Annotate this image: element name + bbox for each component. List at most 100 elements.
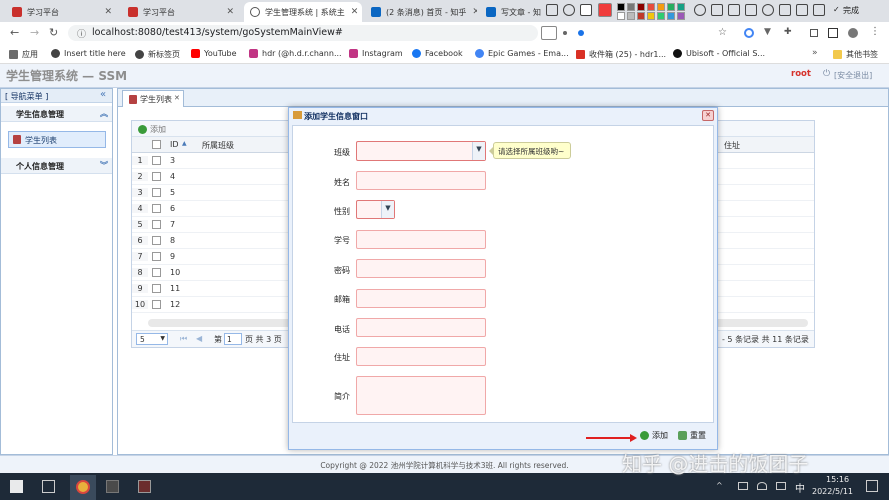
taskbar-app-active[interactable] (70, 475, 96, 500)
row-checkbox[interactable] (152, 300, 161, 309)
phone-input[interactable] (356, 318, 486, 337)
back-icon[interactable]: ← (10, 26, 19, 39)
row-checkbox[interactable] (152, 220, 161, 229)
bookmark-item[interactable]: 应用 (9, 49, 38, 60)
filter-icon[interactable]: ▼ (764, 27, 771, 37)
redo-icon[interactable] (728, 4, 740, 16)
bookmark-item[interactable]: 收件箱 (25) - hdr1... (576, 49, 666, 60)
browser-tab[interactable]: 学习平台 ✕ (122, 2, 240, 22)
gender-select[interactable]: ▼ (356, 200, 395, 219)
layout-icon[interactable] (810, 29, 818, 37)
page-size-select[interactable]: 5 ▼ (136, 333, 168, 345)
collapse-icon[interactable]: « (100, 89, 106, 100)
copy-icon[interactable] (796, 4, 808, 16)
swatch-yellow[interactable] (647, 12, 655, 20)
dialog-reset-button[interactable]: 重置 (678, 430, 706, 441)
reload-icon[interactable]: ↻ (49, 26, 58, 39)
info-icon[interactable]: ⓘ (77, 27, 86, 40)
chevron-up-icon[interactable]: ︽ (100, 108, 108, 119)
bookmark-item[interactable]: Instagram (349, 49, 403, 58)
row-checkbox[interactable] (152, 188, 161, 197)
puzzle-icon[interactable]: ✚ (784, 27, 792, 37)
student-no-input[interactable] (356, 230, 486, 249)
row-checkbox[interactable] (152, 156, 161, 165)
notification-icon[interactable] (866, 480, 878, 492)
menu-icon[interactable]: ⋮ (870, 26, 880, 37)
other-bookmarks[interactable]: 其他书签 (833, 49, 878, 60)
dialog-add-button[interactable]: 添加 (640, 430, 668, 441)
close-tool-icon[interactable] (813, 4, 825, 16)
row-checkbox[interactable] (152, 204, 161, 213)
first-page-icon[interactable]: ⏮ (180, 334, 187, 344)
browser-tab[interactable]: (2 条消息) 首页 - 知乎 ✕ (365, 2, 477, 22)
swatch-gray[interactable] (627, 3, 635, 11)
browser-tab[interactable]: 写文章 - 知 (480, 2, 542, 22)
battery-icon[interactable] (738, 482, 748, 490)
bookmark-item[interactable]: hdr (@h.d.r.chann... (249, 49, 342, 58)
swatch-blue[interactable] (667, 12, 675, 20)
arrow-tool-icon[interactable] (580, 4, 592, 16)
intro-textarea[interactable] (356, 376, 486, 415)
finish-button[interactable]: 完成 (843, 5, 859, 16)
prev-page-icon[interactable]: ◀ (196, 334, 202, 343)
star-icon[interactable]: ☆ (718, 27, 727, 38)
close-icon[interactable]: ✕ (98, 7, 112, 17)
swatch-crimson[interactable] (637, 12, 645, 20)
swatch-black[interactable] (617, 3, 625, 11)
wifi-icon[interactable] (757, 482, 767, 490)
password-input[interactable] (356, 259, 486, 278)
avatar[interactable] (848, 28, 858, 38)
dot-icon[interactable] (578, 30, 584, 36)
reading-icon[interactable] (828, 28, 838, 38)
swatch-lime[interactable] (657, 12, 665, 20)
task-view-icon[interactable] (42, 480, 55, 493)
url-text[interactable]: localhost:8080/test413/system/goSystemMa… (92, 27, 343, 38)
nav-section-personal[interactable]: 个人信息管理 ︾ (1, 158, 112, 174)
windows-start-icon[interactable] (10, 480, 23, 493)
grid-add-button[interactable]: 添加 (138, 124, 166, 135)
swatch-orange[interactable] (657, 3, 665, 11)
rectangle-tool-icon[interactable] (546, 4, 558, 16)
ellipse-tool-icon[interactable] (563, 4, 575, 16)
swatch-purple[interactable] (677, 12, 685, 20)
close-icon[interactable]: ✕ (466, 7, 477, 17)
column-header-class[interactable]: 所属班级 (202, 140, 234, 151)
row-checkbox[interactable] (152, 252, 161, 261)
bookmark-item[interactable]: 新标签页 (135, 49, 180, 60)
record-icon[interactable] (762, 4, 774, 16)
select-all-checkbox[interactable] (152, 140, 161, 149)
more-bookmarks-icon[interactable]: » (812, 48, 818, 58)
extension-icon[interactable] (541, 26, 557, 40)
forward-icon[interactable]: → (30, 26, 39, 39)
row-checkbox[interactable] (152, 172, 161, 181)
bookmark-item[interactable]: Ubisoft - Official S... (673, 49, 765, 58)
done-check-icon[interactable]: ✓ (833, 5, 840, 14)
name-input[interactable] (356, 171, 486, 190)
logout-link[interactable]: [安全退出] (834, 70, 872, 81)
swatch-lightgray[interactable] (627, 12, 635, 20)
close-icon[interactable]: ✕ (345, 7, 359, 17)
swatch-green[interactable] (667, 3, 675, 11)
undo-icon[interactable] (711, 4, 723, 16)
text-tool-icon[interactable] (694, 4, 706, 16)
dialog-close-icon[interactable]: ✕ (702, 110, 714, 121)
extension-icon[interactable] (744, 28, 754, 38)
tray-chevron-icon[interactable]: ^ (716, 481, 723, 490)
download-icon[interactable] (779, 4, 791, 16)
tab-student-list[interactable]: 学生列表 ✕ (122, 90, 184, 107)
swatch-darkred[interactable] (637, 3, 645, 11)
sort-asc-icon[interactable]: ▲ (182, 140, 187, 147)
pin-icon[interactable] (745, 4, 757, 16)
class-select[interactable]: ▼ (356, 141, 486, 161)
row-checkbox[interactable] (152, 268, 161, 277)
swatch-red[interactable] (647, 3, 655, 11)
color-picker-icon[interactable] (598, 3, 612, 17)
dot-icon[interactable] (563, 31, 567, 35)
app-icon[interactable] (138, 480, 151, 493)
column-header-id[interactable]: ID (170, 140, 179, 149)
clock-time[interactable]: 15:16 (826, 475, 849, 484)
column-header-address[interactable]: 住址 (724, 140, 740, 151)
clock-date[interactable]: 2022/5/11 (812, 487, 853, 496)
app-icon[interactable] (106, 480, 119, 493)
chevron-down-icon[interactable]: ︾ (100, 160, 108, 171)
